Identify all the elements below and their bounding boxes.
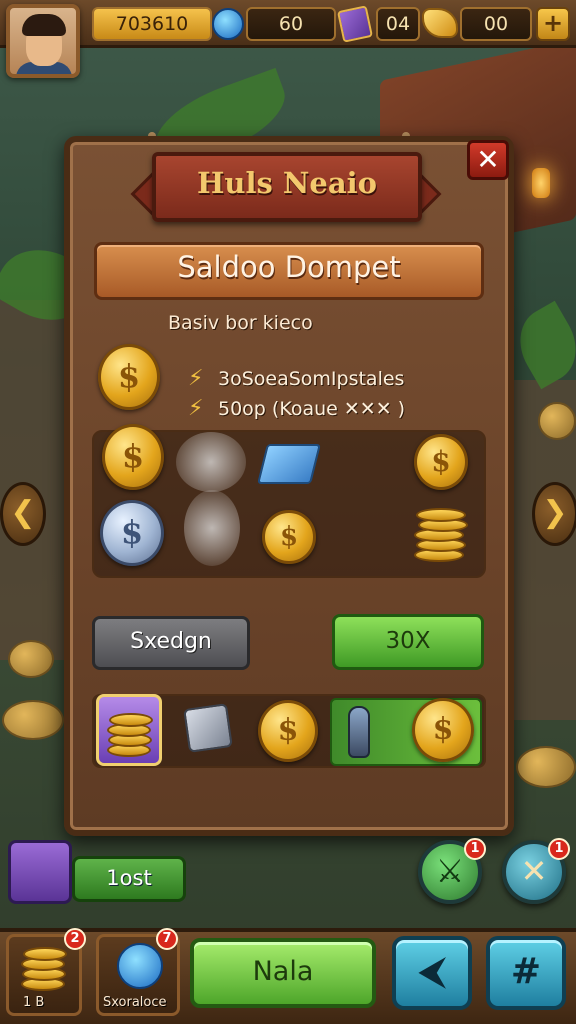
gold-coin-item[interactable]: $ xyxy=(412,698,474,762)
blue-orb-icon xyxy=(117,943,163,989)
smoke-effect xyxy=(176,432,246,492)
notification-badge: 7 xyxy=(156,928,178,950)
multiplier-button[interactable]: 30X xyxy=(332,614,484,670)
lost-button[interactable]: 1ost xyxy=(72,856,186,902)
inventory-chest-button[interactable] xyxy=(8,840,72,904)
back-arrow-button[interactable]: ⮜ xyxy=(392,936,472,1010)
lightning-icon: ⚡ xyxy=(188,366,204,391)
spellbook-icon xyxy=(337,5,373,43)
background-leaf xyxy=(506,300,576,390)
gold-coin-item[interactable]: $ xyxy=(258,700,318,762)
lightning-icon: ⚡ xyxy=(188,396,204,421)
background-coin xyxy=(538,402,576,440)
main-action-button[interactable]: Nala xyxy=(190,938,376,1008)
gold-coin-item[interactable]: $ xyxy=(102,424,164,490)
close-panel-button[interactable]: ✕ xyxy=(467,140,509,180)
background-lamp xyxy=(532,168,550,198)
previous-arrow-button[interactable]: ❮ xyxy=(0,482,46,546)
coin-stack-slot[interactable] xyxy=(96,694,162,766)
resource-gem-amount: 60 xyxy=(246,7,336,41)
next-arrow-button[interactable]: ❯ xyxy=(532,482,576,546)
gold-coin-item[interactable]: $ xyxy=(262,510,316,564)
grid-menu-button[interactable]: # xyxy=(486,936,566,1010)
secondary-action-button[interactable]: Sxedgn xyxy=(92,616,250,670)
add-resources-button[interactable]: + xyxy=(536,7,570,41)
storage-slot-label: Sxoraloce xyxy=(103,995,167,1010)
steel-chest-item[interactable] xyxy=(183,703,233,753)
smoke-effect xyxy=(184,490,240,566)
wallet-subtitle: Basiv bor kieco xyxy=(168,312,313,334)
player-avatar[interactable] xyxy=(6,4,80,78)
notification-badge: 1 xyxy=(548,838,570,860)
gem-icon xyxy=(212,8,244,40)
silver-coin-item[interactable]: $ xyxy=(100,500,164,566)
gold-coin-item[interactable]: $ xyxy=(414,434,468,490)
potion-flask-icon xyxy=(348,706,370,758)
panel-banner-title: Huls Neaio xyxy=(196,166,378,200)
background-coin xyxy=(516,746,576,788)
stat-line-1: 3oSoeaSomIpstales xyxy=(218,368,405,390)
blue-gift-box-item[interactable] xyxy=(257,444,321,484)
coin-stack-item[interactable] xyxy=(414,500,470,566)
notification-badge: 2 xyxy=(64,928,86,950)
background-coin xyxy=(2,700,64,740)
resource-gold-amount: 703610 xyxy=(92,7,212,41)
background-coin xyxy=(8,640,54,678)
stat-line-2: 50op (Koaue ✕✕✕ ) xyxy=(218,398,406,420)
resource-book-amount: 04 xyxy=(376,7,420,41)
wallet-title: Saldoo Dompet xyxy=(177,250,401,284)
resource-nugget-amount: 00 xyxy=(460,7,532,41)
gold-coin-icon: $ xyxy=(98,344,160,410)
notification-badge: 1 xyxy=(464,838,486,860)
gold-slot-label: 1 B xyxy=(23,995,45,1010)
